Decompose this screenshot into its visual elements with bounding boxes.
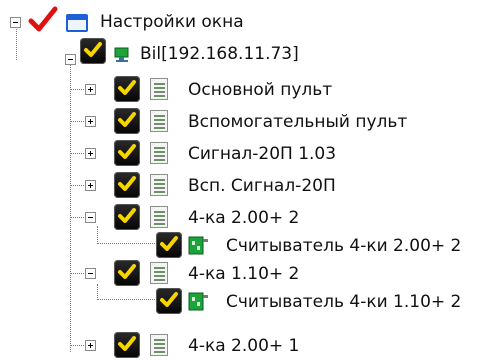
- tree-node-label: Основной пульт: [188, 80, 333, 100]
- device-icon: [150, 142, 168, 164]
- tree-node-device[interactable]: Основной пульт: [0, 72, 390, 104]
- checkbox-checked[interactable]: [114, 332, 140, 358]
- tree-node-device[interactable]: 4-ка 2.00+ 1: [0, 328, 400, 360]
- checkmark-icon: [118, 176, 136, 191]
- tree-node-reader[interactable]: Считыватель 4-ки 1.10+ 2: [0, 284, 500, 316]
- tree-node-label: 4-ка 2.00+ 1: [188, 336, 300, 356]
- device-icon: [150, 262, 168, 284]
- checkbox-checked[interactable]: [114, 140, 140, 166]
- checkbox-checked[interactable]: [156, 232, 182, 258]
- checkmark-icon: [160, 292, 178, 307]
- checkbox-checked[interactable]: [114, 108, 140, 134]
- tree-node-device[interactable]: Вспомогательный пульт: [0, 104, 450, 136]
- checkbox-checked[interactable]: [114, 172, 140, 198]
- tree-node-label: Считыватель 4-ки 1.10+ 2: [226, 292, 462, 312]
- red-checkmark-icon[interactable]: [28, 6, 58, 34]
- checkmark-icon: [118, 208, 136, 223]
- reader-card-icon: [188, 292, 208, 311]
- checkmark-icon: [118, 336, 136, 351]
- collapse-icon[interactable]: [10, 17, 21, 28]
- tree-node-label: Настройки окна: [100, 12, 244, 32]
- expand-icon[interactable]: [85, 340, 96, 351]
- collapse-icon[interactable]: [85, 268, 96, 279]
- computer-icon: [114, 47, 129, 62]
- tree-node-device[interactable]: Сигнал-20П 1.03: [0, 136, 400, 168]
- checkmark-icon: [118, 264, 136, 279]
- collapse-icon[interactable]: [85, 212, 96, 223]
- checkmark-icon: [118, 80, 136, 95]
- expand-icon[interactable]: [85, 84, 96, 95]
- tree-node-label: 4-ка 2.00+ 2: [188, 208, 300, 228]
- checkmark-icon: [118, 144, 136, 159]
- checkbox-checked[interactable]: [156, 288, 182, 314]
- expand-icon[interactable]: [85, 148, 96, 159]
- device-tree: Настройки окна Bil[192.168.11.73] Основн…: [0, 0, 500, 358]
- checkmark-icon: [84, 42, 102, 57]
- reader-card-icon: [188, 236, 208, 255]
- device-icon: [150, 174, 168, 196]
- checkbox-checked[interactable]: [114, 76, 140, 102]
- checkbox-checked[interactable]: [80, 38, 106, 64]
- tree-node-label: Сигнал-20П 1.03: [188, 144, 337, 164]
- tree-node-label: 4-ка 1.10+ 2: [188, 264, 300, 284]
- expand-icon[interactable]: [85, 180, 96, 191]
- window-icon: [66, 14, 88, 32]
- collapse-icon[interactable]: [65, 54, 76, 65]
- tree-node-server[interactable]: Bil[192.168.11.73]: [0, 32, 299, 65]
- checkmark-icon: [160, 236, 178, 251]
- device-icon: [150, 110, 168, 132]
- checkbox-checked[interactable]: [114, 260, 140, 286]
- checkmark-icon: [118, 112, 136, 127]
- tree-node-device[interactable]: Всп. Сигнал-20П: [0, 168, 400, 200]
- tree-node-label: Bil[192.168.11.73]: [140, 44, 299, 64]
- device-icon: [150, 78, 168, 100]
- device-icon: [150, 334, 168, 356]
- tree-node-label: Вспомогательный пульт: [188, 112, 408, 132]
- tree-node-label: Считыватель 4-ки 2.00+ 2: [226, 236, 462, 256]
- tree-node-label: Всп. Сигнал-20П: [188, 176, 336, 196]
- expand-icon[interactable]: [85, 116, 96, 127]
- device-icon: [150, 206, 168, 228]
- checkbox-checked[interactable]: [114, 204, 140, 230]
